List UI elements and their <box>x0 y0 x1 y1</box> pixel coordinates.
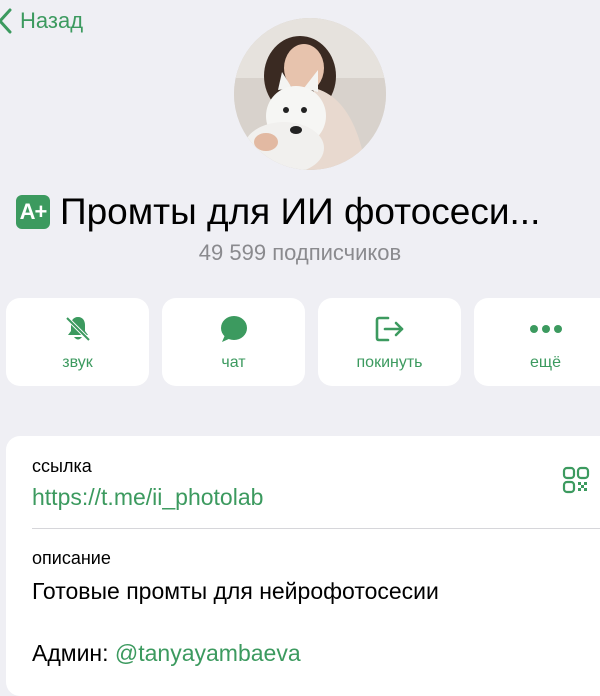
description-label: описание <box>32 548 111 568</box>
description-text: Готовые промты для нейрофотосесии <box>32 578 439 604</box>
chevron-left-icon <box>0 8 12 34</box>
leave-icon <box>375 316 403 342</box>
chat-bubble-icon <box>220 316 247 342</box>
admin-line: Админ: @tanyayambaeva <box>32 640 301 667</box>
channel-badge: A+ <box>16 195 50 229</box>
channel-title: Промты для ИИ фотосеси... <box>60 191 541 232</box>
more-dots-icon <box>529 325 562 333</box>
more-label: ещё <box>530 354 561 371</box>
leave-label: покинуть <box>356 354 423 371</box>
leave-button[interactable]: покинуть <box>318 298 461 386</box>
bell-slash-icon <box>65 316 90 342</box>
back-button[interactable]: Назад <box>0 4 83 38</box>
more-button[interactable]: ещё <box>474 298 600 386</box>
avatar-photo <box>234 18 386 170</box>
back-label: Назад <box>20 8 84 33</box>
admin-prefix: Админ: <box>32 640 109 666</box>
mute-button[interactable]: звук <box>6 298 149 386</box>
link-label: ссылка <box>32 456 92 476</box>
channel-link[interactable]: https://t.me/ii_photolab <box>32 484 263 511</box>
channel-info-card: ссылка https://t.me/ii_photolab описание… <box>6 436 600 696</box>
channel-avatar[interactable] <box>234 18 386 170</box>
channel-title-row: A+ Промты для ИИ фотосеси... <box>0 186 600 238</box>
subscriber-count: 49 599 подписчиков <box>198 240 402 265</box>
chat-label: чат <box>221 354 246 371</box>
divider <box>32 528 600 529</box>
mute-label: звук <box>62 354 93 371</box>
chat-button[interactable]: чат <box>162 298 305 386</box>
qr-code-icon[interactable] <box>562 466 590 494</box>
admin-handle-link[interactable]: @tanyayambaeva <box>115 640 301 666</box>
